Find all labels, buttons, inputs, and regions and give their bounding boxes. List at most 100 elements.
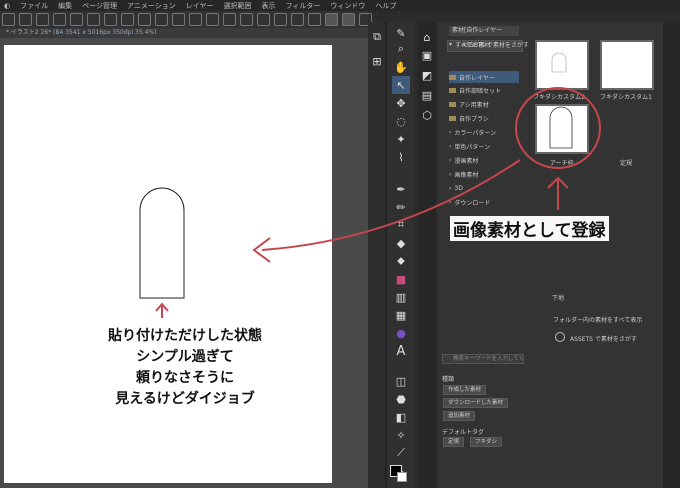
thumb-label-fukidashi-2: フキダシカスタム2 — [533, 94, 585, 101]
annotation-line-2: シンプル過ぎて — [136, 349, 234, 365]
assets-link[interactable]: ASSETS で素材をさがす — [570, 334, 637, 343]
material-panel-icon[interactable]: ⌂ — [418, 28, 436, 46]
balloon-icon[interactable]: ◫ — [392, 372, 410, 390]
pattern-material-icon[interactable]: ▤ — [418, 86, 436, 104]
menu-edit[interactable]: 編集 — [58, 1, 72, 11]
save-icon[interactable] — [53, 13, 66, 26]
tree-item-all[interactable]: ▾ すべての素材 — [449, 38, 490, 50]
tag-fukidashi-button[interactable]: フキダシ — [470, 437, 503, 447]
menu-file[interactable]: ファイル — [20, 1, 48, 11]
menu-window[interactable]: ウィンドウ — [330, 1, 365, 11]
figure-icon[interactable]: ● — [392, 324, 410, 342]
crop-icon[interactable] — [189, 13, 202, 26]
material-folder-icon[interactable]: ▣ — [418, 46, 436, 64]
transform-icon[interactable] — [172, 13, 185, 26]
tree-item-image[interactable]: › 画像素材 — [449, 168, 478, 180]
tag-ruler-button[interactable]: 定規 — [443, 437, 465, 447]
material-panel-tab[interactable]: 素材[自作レイヤー — [449, 26, 519, 36]
invert-selection-icon[interactable] — [257, 13, 270, 26]
3d-material-icon[interactable]: ⬡ — [418, 106, 436, 124]
menu-view[interactable]: 表示 — [262, 1, 276, 11]
menu-help[interactable]: ヘルプ — [375, 1, 396, 11]
document-tab[interactable]: * イラスト2 26* (B4 3541 x 5016px 350dpi 35.… — [0, 28, 368, 38]
annotation-line-1: 貼り付けただけした状態 — [108, 328, 262, 344]
sub-tool-strip: ⧉ ⊞ — [368, 22, 386, 488]
sub-color-swatch[interactable] — [397, 472, 407, 482]
snap-icon[interactable] — [342, 13, 355, 26]
export-icon[interactable] — [70, 13, 83, 26]
decoration-icon[interactable]: ◧ — [392, 408, 410, 426]
pen-icon[interactable]: ✒ — [392, 180, 410, 198]
tree-item-assist[interactable]: アシ用素材 — [449, 98, 489, 110]
pen-mode-icon[interactable] — [325, 13, 338, 26]
selection-icon[interactable]: ◌ — [392, 112, 410, 130]
menu-filter[interactable]: フィルター — [286, 1, 321, 11]
tree-item-my-layer[interactable]: 自作レイヤー — [449, 71, 519, 83]
gradient-icon[interactable]: ■ — [392, 270, 410, 288]
correction-icon[interactable]: ⟋ — [392, 444, 410, 462]
copy-icon[interactable] — [121, 13, 134, 26]
layers-icon[interactable]: ⧉ — [368, 28, 386, 46]
search-input[interactable]: 検索キーワードを入力してください — [442, 354, 524, 364]
tree-item-mono-pattern[interactable]: › 単色パターン — [449, 140, 490, 152]
filter-created-button[interactable]: 作成した素材 — [443, 385, 487, 395]
menu-page[interactable]: ページ管理 — [82, 1, 117, 11]
menu-icon[interactable] — [2, 13, 15, 26]
panel-dock-icons: ⌂ ▣ ◩ ▤ ⬡ — [418, 22, 436, 488]
thumb-arch-frame[interactable] — [535, 104, 589, 154]
type-section-label: 種類 — [442, 376, 455, 383]
tree-item-download[interactable]: › ダウンロード — [449, 196, 490, 208]
tree-item-3d[interactable]: › 3D — [449, 182, 463, 194]
thumb-fukidashi-2[interactable] — [535, 40, 589, 90]
subfolder-label: 下地 — [552, 295, 565, 302]
text-tool-icon[interactable]: A — [392, 342, 410, 360]
new-file-icon[interactable] — [19, 13, 32, 26]
annotation-line-4: 見えるけどダイジョブ — [115, 391, 255, 407]
transform-tool-icon[interactable]: ⊞ — [368, 52, 386, 70]
auto-select-icon[interactable]: ✦ — [392, 130, 410, 148]
command-bar — [0, 11, 372, 28]
eyedropper-icon[interactable]: ⌇ — [392, 148, 410, 166]
undo-icon[interactable] — [291, 13, 304, 26]
airbrush-icon[interactable]: ◆ — [392, 234, 410, 252]
image-material-icon[interactable]: ◩ — [418, 66, 436, 84]
paste-icon[interactable] — [138, 13, 151, 26]
show-all-link[interactable]: フォルダー内の素材をすべて表示 — [553, 315, 642, 324]
filter-downloaded-button[interactable]: ダウンロードした素材 — [443, 398, 509, 408]
thumb-fukidashi-1[interactable] — [600, 40, 654, 90]
app-logo-icon[interactable]: ◐ — [4, 2, 10, 10]
deselect-icon[interactable] — [240, 13, 253, 26]
menu-layer[interactable]: レイヤー — [186, 1, 214, 11]
canvas-paper[interactable] — [4, 45, 332, 483]
operation-icon[interactable]: ↖ — [392, 76, 410, 94]
filter-added-button[interactable]: 追加素材 — [443, 411, 476, 421]
frame-icon[interactable]: ▥ — [392, 288, 410, 306]
hand-icon[interactable]: ✋ — [392, 58, 410, 76]
cut-icon[interactable] — [104, 13, 117, 26]
tree-item-manga[interactable]: › 漫画素材 — [449, 154, 478, 166]
menu-selection[interactable]: 選択範囲 — [224, 1, 252, 11]
select-all-icon[interactable] — [223, 13, 236, 26]
assets-logo-icon — [555, 332, 565, 342]
eraser-icon[interactable]: ⬥ — [392, 252, 410, 270]
move-layer-icon[interactable]: ✥ — [392, 94, 410, 112]
print-icon[interactable] — [87, 13, 100, 26]
menu-animation[interactable]: アニメーション — [127, 1, 176, 11]
tree-item-set[interactable]: 自作部暗セット — [449, 84, 501, 96]
pencil-icon[interactable]: ✏ — [392, 198, 410, 216]
lasso-icon[interactable] — [274, 13, 287, 26]
clear-icon[interactable] — [155, 13, 168, 26]
zoom-icon[interactable]: ⌕ — [392, 40, 410, 58]
right-dock — [663, 22, 680, 488]
annotation-line-3: 頼りなさそうに — [136, 370, 234, 386]
open-folder-icon[interactable] — [36, 13, 49, 26]
tree-item-brush[interactable]: 自作ブラシ — [449, 112, 489, 124]
fill-icon[interactable]: ⬣ — [392, 390, 410, 408]
brush-icon[interactable]: ⌗ — [392, 216, 410, 234]
annotation-register: 画像素材として登録 — [450, 216, 609, 241]
redo-icon[interactable] — [308, 13, 321, 26]
ruler-icon[interactable]: ▦ — [392, 306, 410, 324]
blend-icon[interactable]: ✧ — [392, 426, 410, 444]
fit-icon[interactable] — [206, 13, 219, 26]
tree-item-color-pattern[interactable]: › カラーパターン — [449, 126, 496, 138]
